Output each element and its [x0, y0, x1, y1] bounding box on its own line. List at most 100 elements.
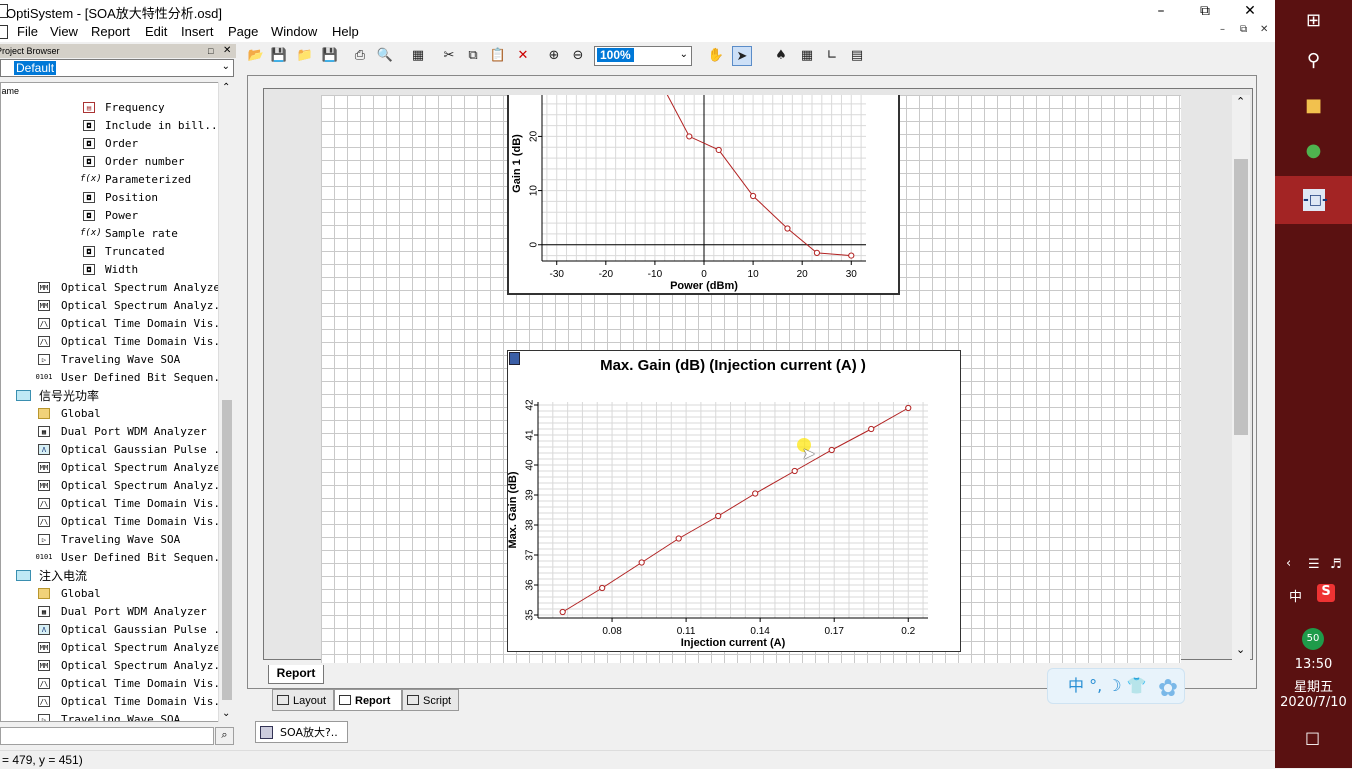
tray-chevron-icon[interactable]: ‹ [1286, 556, 1291, 571]
tree-item[interactable]: Λ Optical Gaussian Pulse ... [1, 621, 233, 639]
tree-item[interactable]: Global [1, 405, 217, 423]
tree-item[interactable]: ◘ Width [1, 261, 217, 279]
tab-script[interactable]: Script [402, 689, 459, 711]
tree-item[interactable]: Λ Optical Gaussian Pulse ... [1, 441, 233, 459]
open-button[interactable]: 📂 [246, 46, 266, 66]
tree-folder[interactable]: 注入电流 [1, 567, 217, 585]
tree-item[interactable]: 0101 User Defined Bit Sequen... [1, 549, 233, 567]
tree-item[interactable]: MM Optical Spectrum Analyz... [1, 297, 233, 315]
mdi-restore-button[interactable]: ⧉ [1240, 24, 1247, 35]
tree-folder[interactable]: 信号光功率 [1, 387, 217, 405]
open-file-button[interactable]: 📁 [295, 46, 315, 66]
save-button[interactable]: 💾 [269, 46, 289, 66]
tab-layout[interactable]: Layout [272, 689, 334, 711]
tree-item[interactable]: MM Optical Spectrum Analyz... [1, 477, 233, 495]
tree-item[interactable]: ▦ Dual Port WDM Analyzer [1, 423, 217, 441]
menu-view[interactable]: View [50, 24, 78, 39]
tree-item[interactable]: ◘ Position [1, 189, 217, 207]
tree-item[interactable]: /\ Optical Time Domain Vis... [1, 315, 233, 333]
tree-scrollbar[interactable]: ⌃ ⌄ [218, 82, 235, 722]
tree-item[interactable]: f(x) Sample rate [1, 225, 217, 243]
scroll-down-icon[interactable]: ⌄ [1236, 643, 1245, 656]
tree-item[interactable]: ◘ Order [1, 135, 217, 153]
print-button[interactable]: ⎙ [350, 46, 370, 66]
scroll-down-icon[interactable]: ⌄ [222, 708, 230, 719]
menu-report[interactable]: Report [91, 24, 130, 39]
properties-button[interactable]: ▦ [408, 46, 428, 66]
menu-window[interactable]: Window [271, 24, 317, 39]
taskbar-explorer-button[interactable]: ■ [1275, 95, 1352, 116]
zoom-select[interactable]: 100% ⌄ [594, 46, 692, 66]
tree-item[interactable]: /\ Optical Time Domain Vis... [1, 693, 233, 711]
select-button[interactable]: ➤ [732, 46, 752, 66]
pan-button[interactable]: ✋ [706, 46, 726, 66]
cut-button[interactable]: ✂ [439, 46, 459, 66]
tree-item[interactable]: ▷ Traveling Wave SOA [1, 531, 217, 549]
browser-search-button[interactable]: ⌕ [215, 727, 234, 745]
windows-start-button[interactable]: ⊞ [1275, 10, 1352, 31]
scroll-thumb[interactable] [222, 400, 232, 700]
tree-item[interactable]: MM Optical Spectrum Analyzer [1, 459, 227, 477]
clock-time[interactable]: 13:50 [1275, 657, 1352, 672]
project-tree[interactable]: Name ▤ Frequency ◘ Include in bill... ◘ Order… [0, 82, 234, 722]
tree-item[interactable]: /\ Optical Time Domain Vis... [1, 513, 233, 531]
tree-item[interactable]: 0101 User Defined Bit Sequen... [1, 369, 233, 387]
tree-item[interactable]: ◘ Truncated [1, 243, 217, 261]
menu-file[interactable]: File [17, 24, 38, 39]
layer-select[interactable]: Default ⌄ [0, 59, 234, 77]
document-scrollbar[interactable]: ⌃ ⌄ [1232, 95, 1250, 661]
report-sheet-tab[interactable]: Report [268, 665, 324, 684]
tree-item[interactable]: /\ Optical Time Domain Vis... [1, 675, 233, 693]
tree-item[interactable]: Global [1, 585, 217, 603]
document-scroll-thumb[interactable] [1234, 159, 1248, 435]
tree-item[interactable]: /\ Optical Time Domain Vis... [1, 333, 233, 351]
close-button[interactable]: ✕ [1227, 0, 1273, 22]
tree-item[interactable]: ◘ Order number [1, 153, 217, 171]
menu-edit[interactable]: Edit [145, 24, 167, 39]
browser-filter-input[interactable] [0, 727, 214, 745]
taskbar-browser-button[interactable]: ● [1275, 140, 1352, 161]
notification-icon[interactable]: □ [1305, 728, 1320, 747]
mdi-close-button[interactable]: ✕ [1260, 24, 1268, 35]
paste-button[interactable]: 📋 [488, 46, 508, 66]
panel-close-icon[interactable]: ✕ [223, 44, 231, 58]
taskbar-search-button[interactable]: ⚲ [1275, 50, 1352, 71]
clock-weekday[interactable]: 星期五 [1275, 676, 1352, 695]
insert-graph-button[interactable]: ∟ [822, 46, 842, 66]
tree-item[interactable]: MM Optical Spectrum Analyz... [1, 657, 233, 675]
tree-item[interactable]: ▷ Traveling Wave SOA [1, 711, 217, 721]
insert-table-button[interactable]: ▦ [797, 46, 817, 66]
insert-component-button[interactable]: ♠ [771, 46, 791, 66]
sogou-ime-icon[interactable]: S [1317, 584, 1335, 602]
tree-item[interactable]: ▦ Dual Port WDM Analyzer [1, 603, 217, 621]
scroll-up-icon[interactable]: ⌃ [1236, 95, 1245, 108]
print-preview-button[interactable]: 🔍 [375, 46, 395, 66]
maximize-button[interactable]: ⧉ [1182, 0, 1228, 22]
tree-item[interactable]: MM Optical Spectrum Analyzer [1, 639, 227, 657]
tree-item[interactable]: ◘ Include in bill... [1, 117, 224, 135]
document-tab[interactable]: SOA放大?.. [255, 721, 348, 743]
wifi-icon[interactable]: ☰ [1308, 557, 1320, 572]
tree-item[interactable]: ◘ Power [1, 207, 217, 225]
zoom-out-button[interactable]: ⊖ [568, 46, 588, 66]
ime-toolbar[interactable]: 中 °, ☽ 👕 ✿ [1047, 668, 1185, 704]
delete-button[interactable]: ✕ [513, 46, 533, 66]
max-gain-vs-current-chart[interactable]: 0.08 0.11 0.14 0.17 0.2 35 36 37 38 39 40 41 42 Injec… [507, 350, 961, 652]
save-as-button[interactable]: 💾 [320, 46, 340, 66]
tray-badge-icon[interactable]: 50 [1302, 628, 1324, 650]
tree-item[interactable]: /\ Optical Time Domain Vis... [1, 495, 233, 513]
menu-page[interactable]: Page [228, 24, 258, 39]
copy-button[interactable]: ⧉ [463, 46, 483, 66]
volume-icon[interactable]: ♬ [1330, 557, 1342, 572]
scroll-up-icon[interactable]: ⌃ [222, 82, 230, 93]
gain-vs-power-chart[interactable]: -30-20-1001020300102030Power (dBm)Gain 1… [507, 95, 900, 295]
menu-help[interactable]: Help [332, 24, 359, 39]
tab-report[interactable]: Report [334, 689, 402, 711]
mdi-minimize-button[interactable]: – [1220, 24, 1225, 35]
tree-item[interactable]: f(x) Parameterized [1, 171, 217, 189]
minimize-button[interactable]: – [1138, 0, 1184, 22]
tree-item[interactable]: ▷ Traveling Wave SOA [1, 351, 217, 369]
panel-pin-icon[interactable]: □ [208, 44, 213, 58]
insert-text-button[interactable]: ▤ [847, 46, 867, 66]
taskbar-optisystem-button[interactable]: -□- [1275, 176, 1352, 224]
